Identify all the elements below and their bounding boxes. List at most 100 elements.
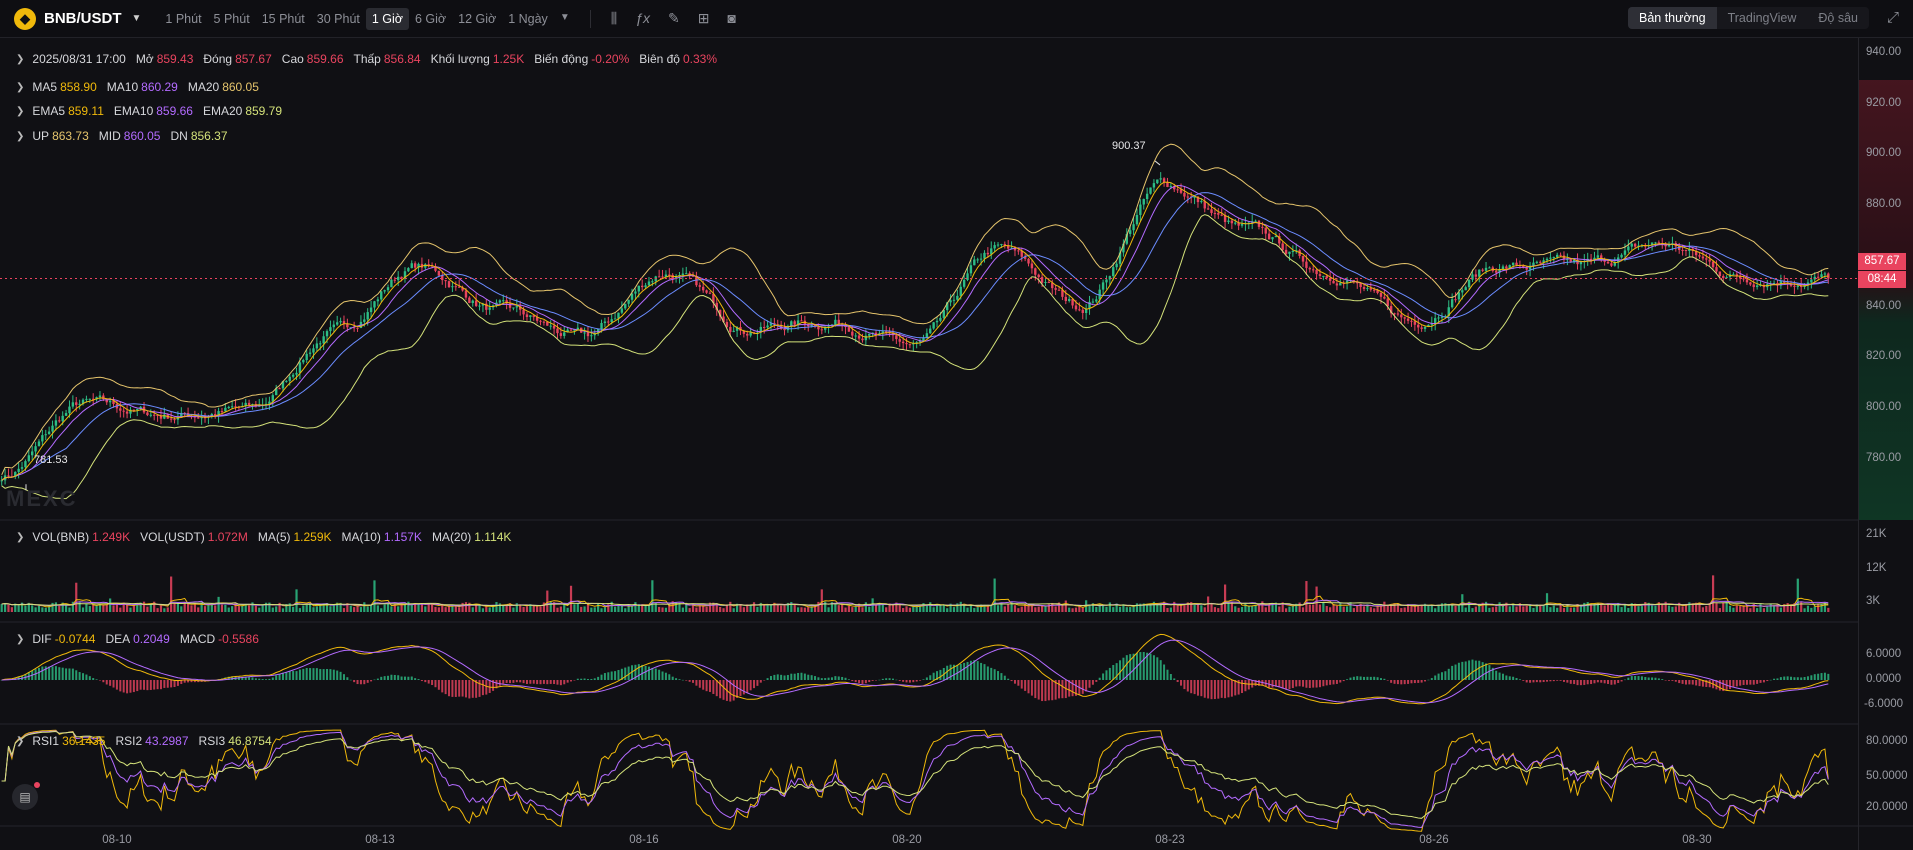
drawing-panel-icon[interactable]: ▤	[12, 784, 38, 810]
candle-body	[298, 362, 302, 373]
macd-histogram-bar	[854, 680, 857, 683]
volume-bar	[1549, 607, 1552, 612]
candle-body	[1545, 258, 1549, 261]
collapse-chevron-icon[interactable]: ❯	[16, 736, 24, 747]
collapse-chevron-icon[interactable]: ❯	[16, 634, 24, 645]
candle-body	[864, 335, 868, 341]
volume-bar	[1108, 602, 1111, 612]
macd-histogram-bar	[1227, 680, 1230, 698]
change-label: Biến động	[534, 52, 589, 66]
candle-body	[956, 295, 959, 300]
candle-body	[834, 319, 837, 325]
macd-histogram-bar	[1600, 680, 1603, 683]
candle-body	[583, 332, 586, 334]
candle-body	[556, 328, 559, 334]
candle-body	[515, 306, 519, 308]
macd-histogram-bar	[1430, 678, 1433, 680]
macd-histogram-bar	[380, 676, 383, 680]
volume-bar	[1488, 607, 1491, 612]
macd-histogram-bar	[708, 680, 711, 692]
vol-tick: 21K	[1866, 528, 1887, 540]
volume-bar	[1305, 581, 1308, 612]
vol-usdt-value: 1.072M	[207, 530, 248, 544]
x-tick: 08-10	[102, 834, 132, 846]
macd-histogram-bar	[1376, 677, 1379, 680]
high-label: Cao	[281, 52, 304, 66]
volume-bar	[536, 606, 539, 612]
volume-bar	[1118, 606, 1122, 612]
ma10-label: MA10	[106, 80, 139, 94]
candle-body	[291, 374, 295, 377]
volume-bar	[380, 608, 383, 612]
volume-bar	[1003, 606, 1006, 612]
volume-bar	[1762, 608, 1766, 612]
rsi2-label: RSI2	[115, 734, 143, 748]
volume-bar	[81, 607, 85, 612]
volume-bar	[1203, 607, 1206, 612]
volume-bar	[912, 606, 915, 612]
macd-histogram-bar	[397, 675, 400, 680]
macd-histogram-bar	[1434, 675, 1437, 680]
candle-body	[983, 252, 986, 259]
collapse-chevron-icon[interactable]: ❯	[16, 131, 24, 142]
macd-histogram-bar	[637, 664, 640, 680]
candle-body	[51, 425, 54, 432]
volume-bar	[1650, 605, 1654, 612]
volume-bar	[1105, 606, 1108, 612]
candle-body	[647, 281, 651, 286]
candle-body	[302, 360, 305, 363]
collapse-chevron-icon[interactable]: ❯	[16, 54, 24, 65]
vol-tick: 12K	[1866, 562, 1887, 574]
volume-bar	[1007, 603, 1010, 612]
candle-body	[108, 400, 112, 403]
volume-bar	[1759, 603, 1762, 612]
macd-histogram-bar	[1129, 654, 1132, 680]
volume-bar	[837, 605, 840, 612]
candle-body	[986, 252, 990, 255]
macd-histogram-bar	[41, 666, 44, 680]
candle-body	[329, 327, 332, 332]
volume-bar	[1508, 606, 1511, 612]
volume-bar	[271, 607, 274, 612]
volume-bar	[1301, 607, 1305, 612]
macd-histogram-bar	[661, 671, 664, 680]
candle-body	[98, 395, 102, 398]
macd-histogram-bar	[742, 680, 745, 695]
volume-bar	[749, 604, 752, 612]
ma10-line	[1, 185, 1829, 481]
macd-histogram-bar	[1085, 680, 1088, 692]
macd-histogram-bar	[1776, 678, 1779, 680]
collapse-chevron-icon[interactable]: ❯	[16, 532, 24, 543]
candle-body	[1711, 261, 1715, 268]
volume-bar	[1210, 603, 1213, 612]
candle-body	[1267, 233, 1271, 240]
macd-histogram-bar	[366, 680, 369, 683]
macd-histogram-bar	[1298, 680, 1301, 687]
candle-body	[1420, 327, 1423, 329]
volume-bar	[959, 601, 962, 612]
collapse-chevron-icon[interactable]: ❯	[16, 106, 24, 117]
macd-histogram-bar	[1773, 678, 1776, 680]
macd-histogram-bar	[1400, 680, 1403, 685]
macd-histogram-bar	[980, 662, 983, 680]
macd-histogram-bar	[1213, 680, 1216, 700]
macd-histogram-bar	[902, 680, 905, 682]
macd-histogram-bar	[607, 672, 610, 680]
price-axis[interactable]	[1858, 38, 1913, 850]
volume-bar	[664, 607, 668, 612]
macd-histogram-bar	[353, 680, 356, 683]
volume-bar	[75, 582, 78, 612]
volume-bar	[31, 605, 34, 612]
macd-histogram-bar	[566, 680, 569, 683]
collapse-chevron-icon[interactable]: ❯	[16, 82, 24, 93]
candle-body	[474, 300, 478, 306]
chart-canvas[interactable]	[0, 0, 1913, 850]
volume-bar	[24, 605, 27, 612]
volume-bar	[3, 603, 7, 612]
macd-histogram-bar	[776, 674, 779, 680]
macd-histogram-bar	[915, 680, 918, 682]
macd-histogram-bar	[464, 680, 467, 698]
volume-bar	[651, 580, 654, 612]
candle-body	[1478, 269, 1481, 277]
candle-body	[576, 327, 580, 330]
